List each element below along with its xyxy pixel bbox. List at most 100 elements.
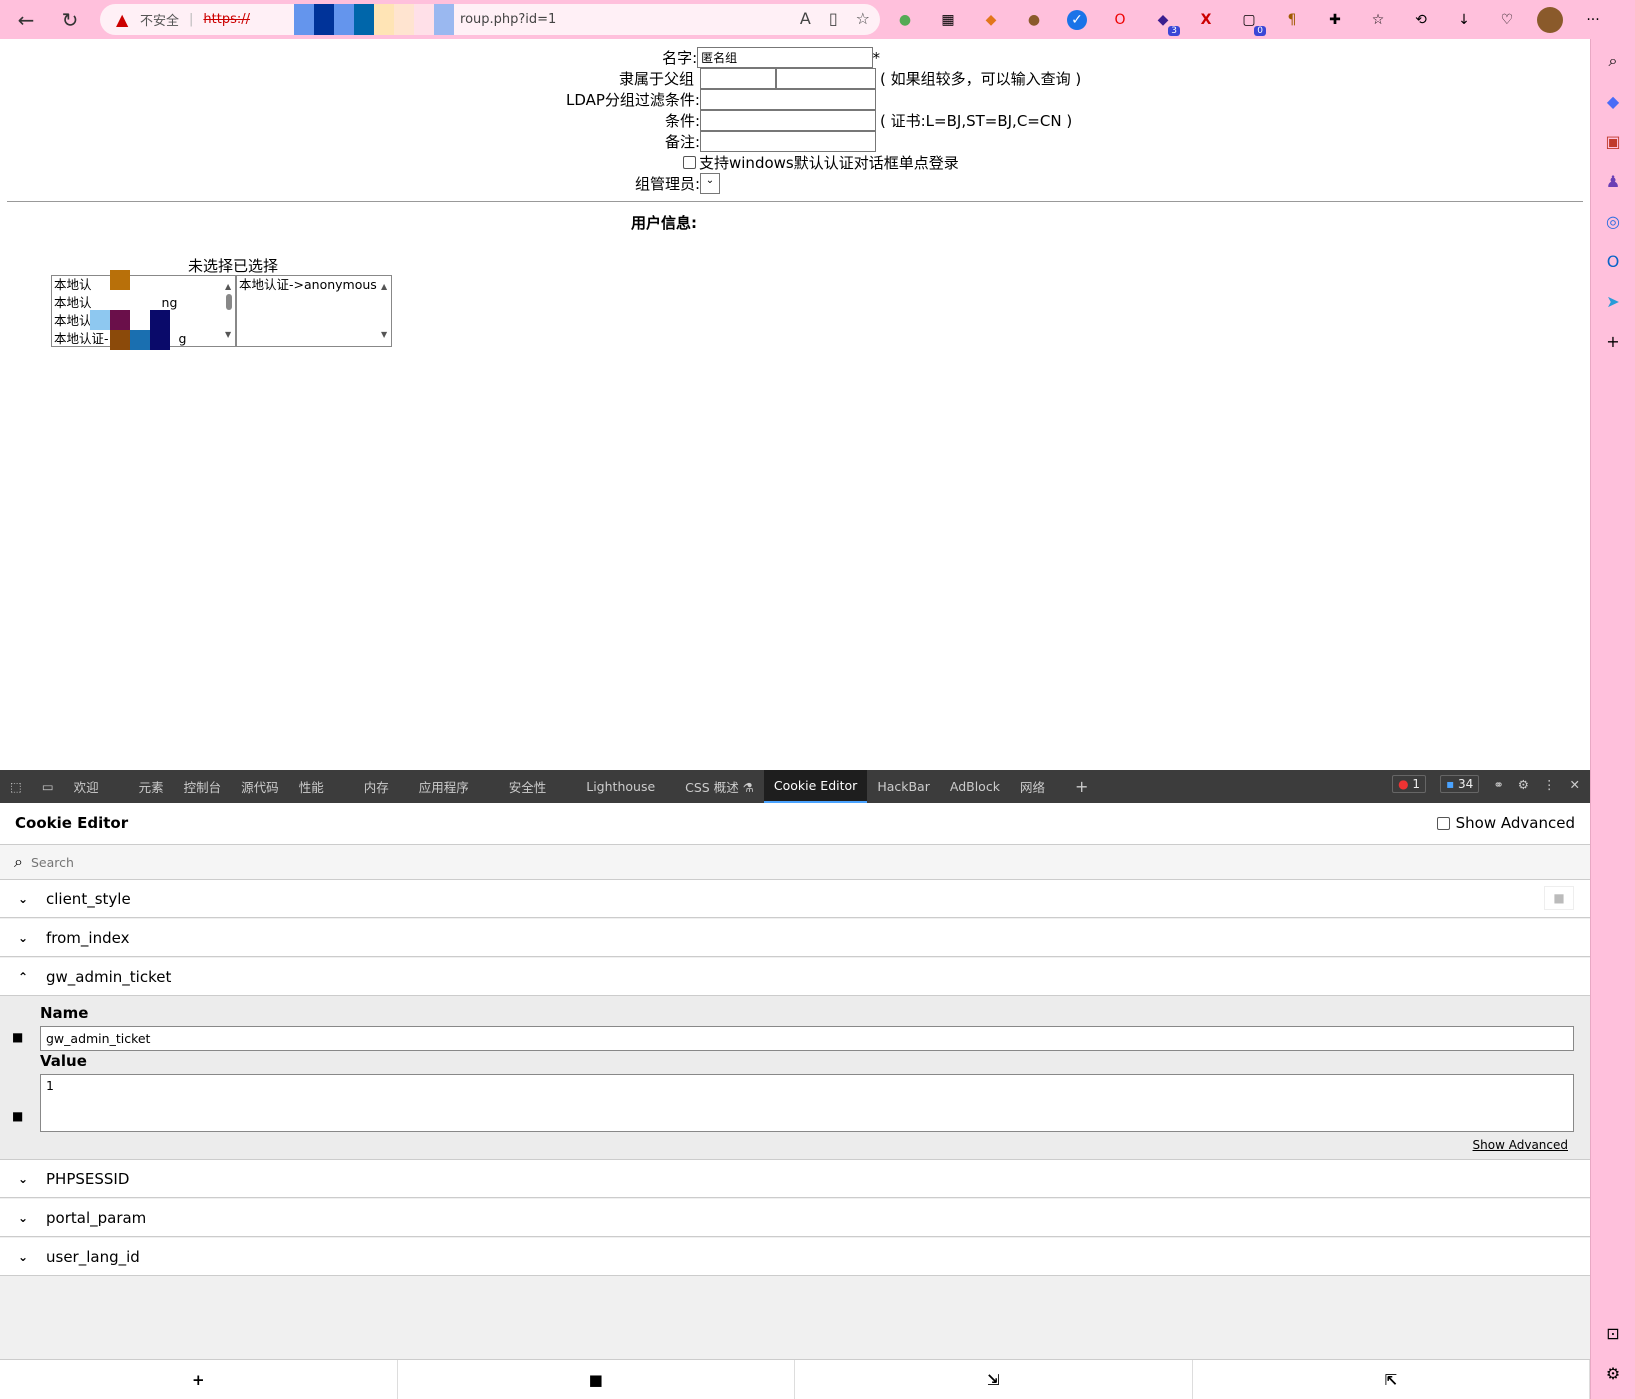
inspect-icon[interactable]: ⬚ xyxy=(0,770,32,803)
url-scheme: https:// xyxy=(203,12,251,27)
games-icon[interactable]: ♟ xyxy=(1601,169,1625,193)
name-input[interactable] xyxy=(697,47,873,68)
tab-sources[interactable]: 源代码 xyxy=(231,770,289,803)
download-icon[interactable]: ↓ xyxy=(1451,7,1477,33)
windows-sso-checkbox[interactable] xyxy=(683,156,696,169)
ldap-input[interactable] xyxy=(700,89,876,110)
delete-cookie-icon[interactable]: ■ xyxy=(12,1030,23,1044)
delete-all-button[interactable]: ■ xyxy=(398,1360,795,1399)
tab-css-overview[interactable]: CSS 概述 ⚗ xyxy=(675,770,764,803)
cookie-editor-panel: Cookie Editor Show Advanced ⌕ ⌄ client_s… xyxy=(0,803,1590,1399)
split-screen-icon[interactable]: ▯ xyxy=(829,9,838,28)
tab-network[interactable]: 网络 xyxy=(1010,770,1055,803)
circle-icon[interactable]: ● xyxy=(892,7,918,33)
counter-icon[interactable]: ▢ 0 xyxy=(1236,7,1266,36)
reload-icon[interactable]: ↻ xyxy=(56,6,84,34)
check-icon[interactable]: ✓ xyxy=(1067,10,1087,30)
toolbox-icon[interactable]: ▣ xyxy=(1601,129,1625,153)
tab-elements[interactable]: 元素 xyxy=(129,770,174,803)
send-icon[interactable]: ➤ xyxy=(1601,289,1625,313)
cookie-editor-header: Cookie Editor Show Advanced xyxy=(0,803,1590,845)
redaction-block xyxy=(414,4,435,35)
cookie-row[interactable]: ⌄ client_style ■ xyxy=(0,880,1590,918)
tab-lighthouse[interactable]: Lighthouse xyxy=(576,770,665,803)
cookie-row[interactable]: ⌄ from_index xyxy=(0,919,1590,957)
address-bar[interactable]: ▲ 不安全 | https:// roup.php?id=1 A ▯ ☆ xyxy=(100,4,880,35)
show-advanced-link[interactable]: Show Advanced xyxy=(1473,1138,1568,1152)
list-item[interactable]: 本地认 ng xyxy=(52,294,235,312)
heart-icon[interactable]: ♡ xyxy=(1494,7,1520,33)
tab-security[interactable]: 安全性 xyxy=(499,770,557,803)
device-toggle-icon[interactable]: ▭ xyxy=(32,770,64,803)
settings-icon[interactable]: ⚙ xyxy=(1518,777,1529,792)
more-icon[interactable]: ⋮ xyxy=(1543,777,1556,792)
tab-console[interactable]: 控制台 xyxy=(174,770,232,803)
avatar[interactable] xyxy=(1537,7,1563,33)
x-icon[interactable]: X xyxy=(1193,7,1219,33)
add-tab-icon[interactable]: + xyxy=(1065,770,1098,803)
metamask-icon[interactable]: ◆ xyxy=(978,7,1004,33)
tab-performance[interactable]: 性能 xyxy=(289,770,334,803)
admin-label: 组管理员: xyxy=(634,175,700,193)
list-item[interactable]: 本地认 xyxy=(52,312,235,330)
office-icon[interactable]: ◎ xyxy=(1601,209,1625,233)
condition-input[interactable] xyxy=(700,110,876,131)
scrollbar[interactable]: ▲ ▼ xyxy=(379,276,391,346)
search-input[interactable] xyxy=(30,854,1431,870)
tab-memory[interactable]: 内存 xyxy=(354,770,399,803)
history-icon[interactable]: ⟲ xyxy=(1408,7,1434,33)
close-icon[interactable]: ✕ xyxy=(1570,777,1580,792)
tab-adblock[interactable]: AdBlock xyxy=(940,770,1010,803)
calculator-icon[interactable]: ▦ xyxy=(935,7,961,33)
tab-welcome[interactable]: 欢迎 xyxy=(64,770,109,803)
favorites-icon[interactable]: ☆ xyxy=(1365,7,1391,33)
more-menu-icon[interactable]: ··· xyxy=(1580,7,1606,33)
connection-icon[interactable]: ⚭ xyxy=(1493,777,1503,792)
cookie-detail: Name ■ Value ■ 1 Show Advanced xyxy=(0,996,1590,1160)
remark-input[interactable] xyxy=(700,131,876,152)
favorite-star-icon[interactable]: ☆ xyxy=(856,9,870,28)
parent-select[interactable] xyxy=(700,68,776,89)
show-advanced-checkbox[interactable] xyxy=(1436,816,1450,830)
cookie-name: PHPSESSID xyxy=(46,1169,130,1188)
parent-query-input[interactable] xyxy=(776,68,876,89)
outlook-icon[interactable]: O xyxy=(1601,249,1625,273)
puzzle-icon[interactable]: ✚ xyxy=(1322,7,1348,33)
redaction-block xyxy=(394,4,415,35)
search-icon: ⌕ xyxy=(14,852,23,871)
error-count[interactable]: ● 1 xyxy=(1392,775,1427,793)
selected-users-list[interactable]: 本地认证->anonymous ▲ ▼ xyxy=(236,275,392,347)
cube-icon[interactable]: ◆ 3 xyxy=(1150,7,1180,36)
chevron-down-icon: ⌄ xyxy=(18,930,29,945)
list-item[interactable]: 本地认证->anonymous xyxy=(237,276,391,294)
tab-application[interactable]: 应用程序 xyxy=(409,770,479,803)
read-aloud-icon[interactable]: A xyxy=(800,9,811,28)
cookie-icon[interactable]: ● xyxy=(1021,7,1047,33)
screenshot-icon[interactable]: ⊡ xyxy=(1601,1321,1625,1345)
show-advanced-toggle[interactable]: Show Advanced xyxy=(1436,814,1575,832)
cookie-row[interactable]: ⌄ portal_param xyxy=(0,1199,1590,1237)
cookie-row[interactable]: ⌄ PHPSESSID xyxy=(0,1160,1590,1198)
save-icon[interactable]: ■ xyxy=(12,1109,23,1123)
search-icon[interactable]: ⌕ xyxy=(1601,49,1625,73)
cookie-row-expanded[interactable]: ⌃ gw_admin_ticket xyxy=(0,958,1590,996)
cookie-row[interactable]: ⌄ user_lang_id xyxy=(0,1238,1590,1276)
message-count[interactable]: ▪ 34 xyxy=(1440,775,1480,793)
back-icon[interactable]: ← xyxy=(12,6,40,34)
tab-hackbar[interactable]: HackBar xyxy=(867,770,940,803)
add-icon[interactable]: + xyxy=(1601,329,1625,353)
settings-icon[interactable]: ⚙ xyxy=(1601,1361,1625,1385)
tag-icon[interactable]: ◆ xyxy=(1601,89,1625,113)
tab-cookie-editor[interactable]: Cookie Editor xyxy=(763,770,868,803)
add-cookie-button[interactable]: + xyxy=(0,1360,398,1399)
opera-icon[interactable]: O xyxy=(1107,7,1133,33)
cookie-name-input[interactable] xyxy=(40,1026,1574,1051)
trash-icon[interactable]: ■ xyxy=(1544,886,1574,910)
export-button[interactable]: ⇱ xyxy=(1193,1360,1590,1399)
scrollbar[interactable]: ▲ ▼ xyxy=(223,276,235,346)
paragraph-icon[interactable]: ¶ xyxy=(1279,7,1305,33)
import-button[interactable]: ⇲ xyxy=(795,1360,1193,1399)
list-item[interactable]: 本地认 xyxy=(52,276,235,294)
admin-select[interactable]: ⌄ xyxy=(700,173,720,194)
cookie-value-input[interactable]: 1 xyxy=(40,1074,1574,1132)
